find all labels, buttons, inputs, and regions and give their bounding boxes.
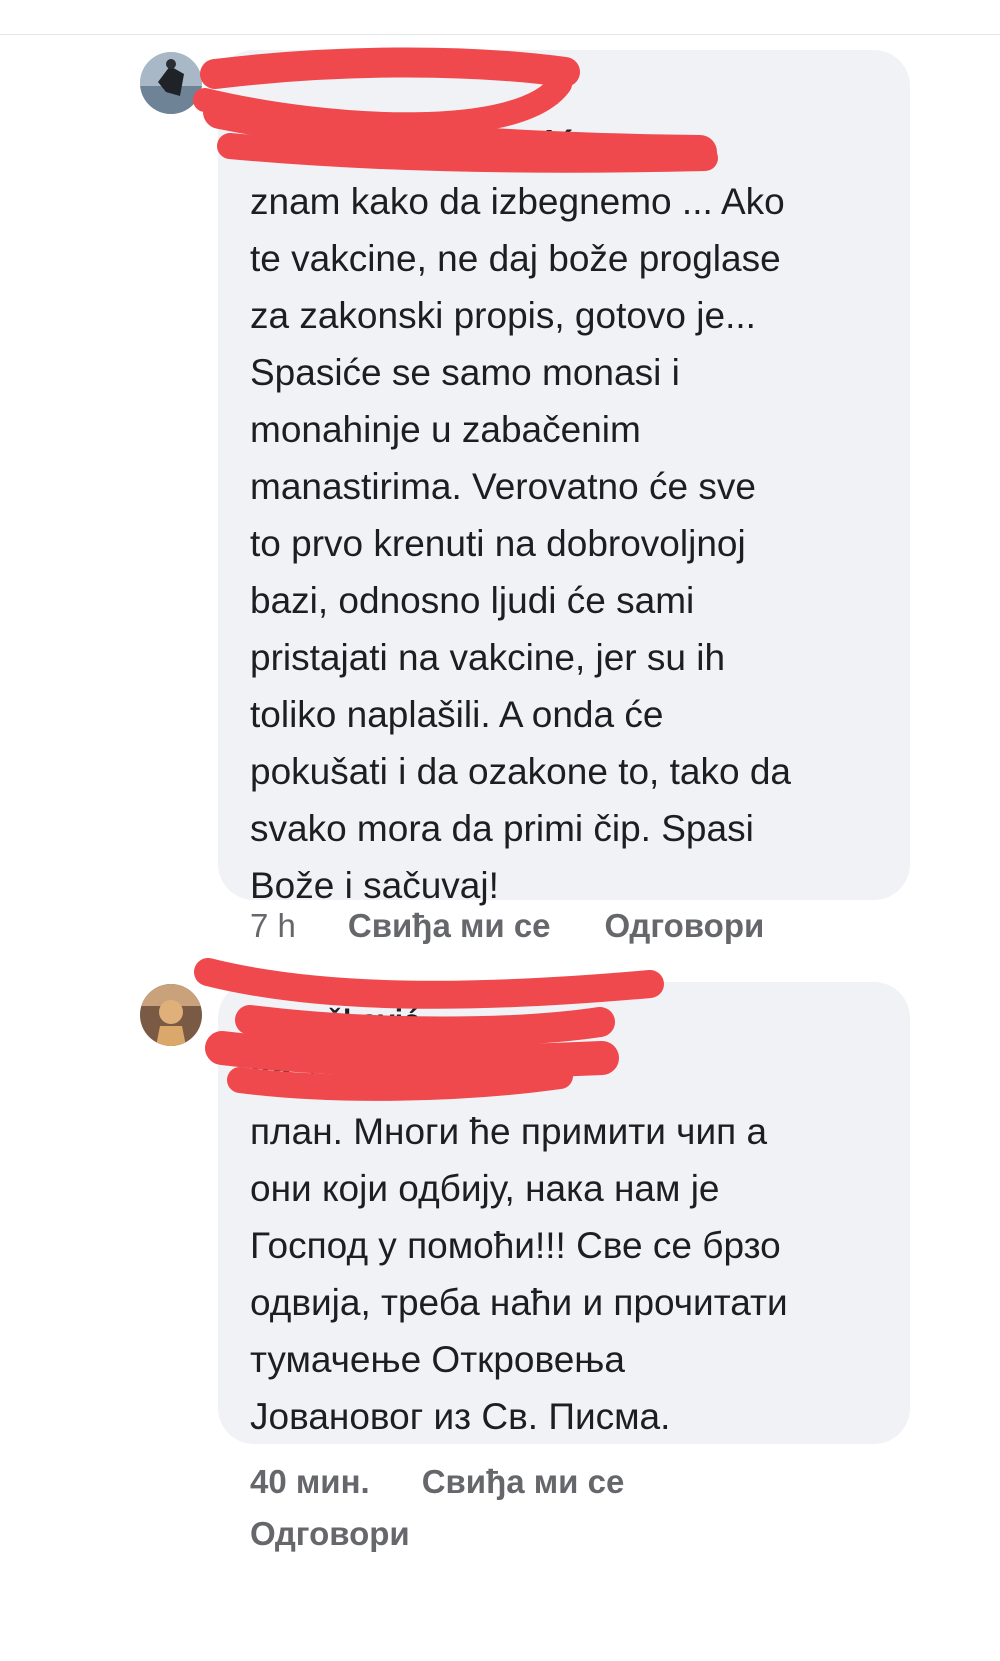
comment-bubble: Gor ešković lić Такав им је план. Многи …: [218, 982, 910, 1444]
comment-timestamp[interactable]: 40 мин.: [250, 1456, 370, 1508]
comment-actions: 40 мин. Свиђа ми се Одговори: [250, 1456, 624, 1560]
avatar[interactable]: [140, 984, 202, 1046]
comment-author[interactable]: Gor ešković: [248, 1004, 420, 1038]
like-button[interactable]: Свиђа ми се: [348, 907, 551, 945]
comment-author-secondary[interactable]: lić: [250, 1054, 291, 1095]
avatar[interactable]: [140, 52, 202, 114]
reply-button[interactable]: Одговори: [250, 1508, 410, 1560]
comment-timestamp[interactable]: 7 h: [250, 907, 296, 945]
comment-author-secondary[interactable]: .....: [518, 78, 560, 112]
comment-text-start: Такав им је: [291, 1054, 496, 1095]
comment-text-start: ne: [574, 124, 627, 165]
reply-button[interactable]: Одговори: [605, 907, 765, 945]
comment-actions: 7 h Свиђа ми се Одговори: [250, 907, 764, 945]
comment-text: lić Такав им је план. Многи ће примити ч…: [250, 1046, 900, 1445]
comment-author[interactable]: Gor Jovtić Nočk ić: [250, 124, 575, 165]
top-divider: [0, 34, 1000, 35]
like-button[interactable]: Свиђа ми се: [422, 1456, 625, 1508]
comment-text-body: план. Многи ће примити чип а они који од…: [250, 1111, 788, 1437]
comment-text: Gor Jovtić Nočk ić ne znam kako da izbeg…: [250, 116, 900, 914]
comment-text-body: znam kako da izbegnemo ... Ako te vakcin…: [250, 181, 791, 906]
comment-bubble: ..... Gor Jovtić Nočk ić ne znam kako da…: [218, 50, 910, 906]
